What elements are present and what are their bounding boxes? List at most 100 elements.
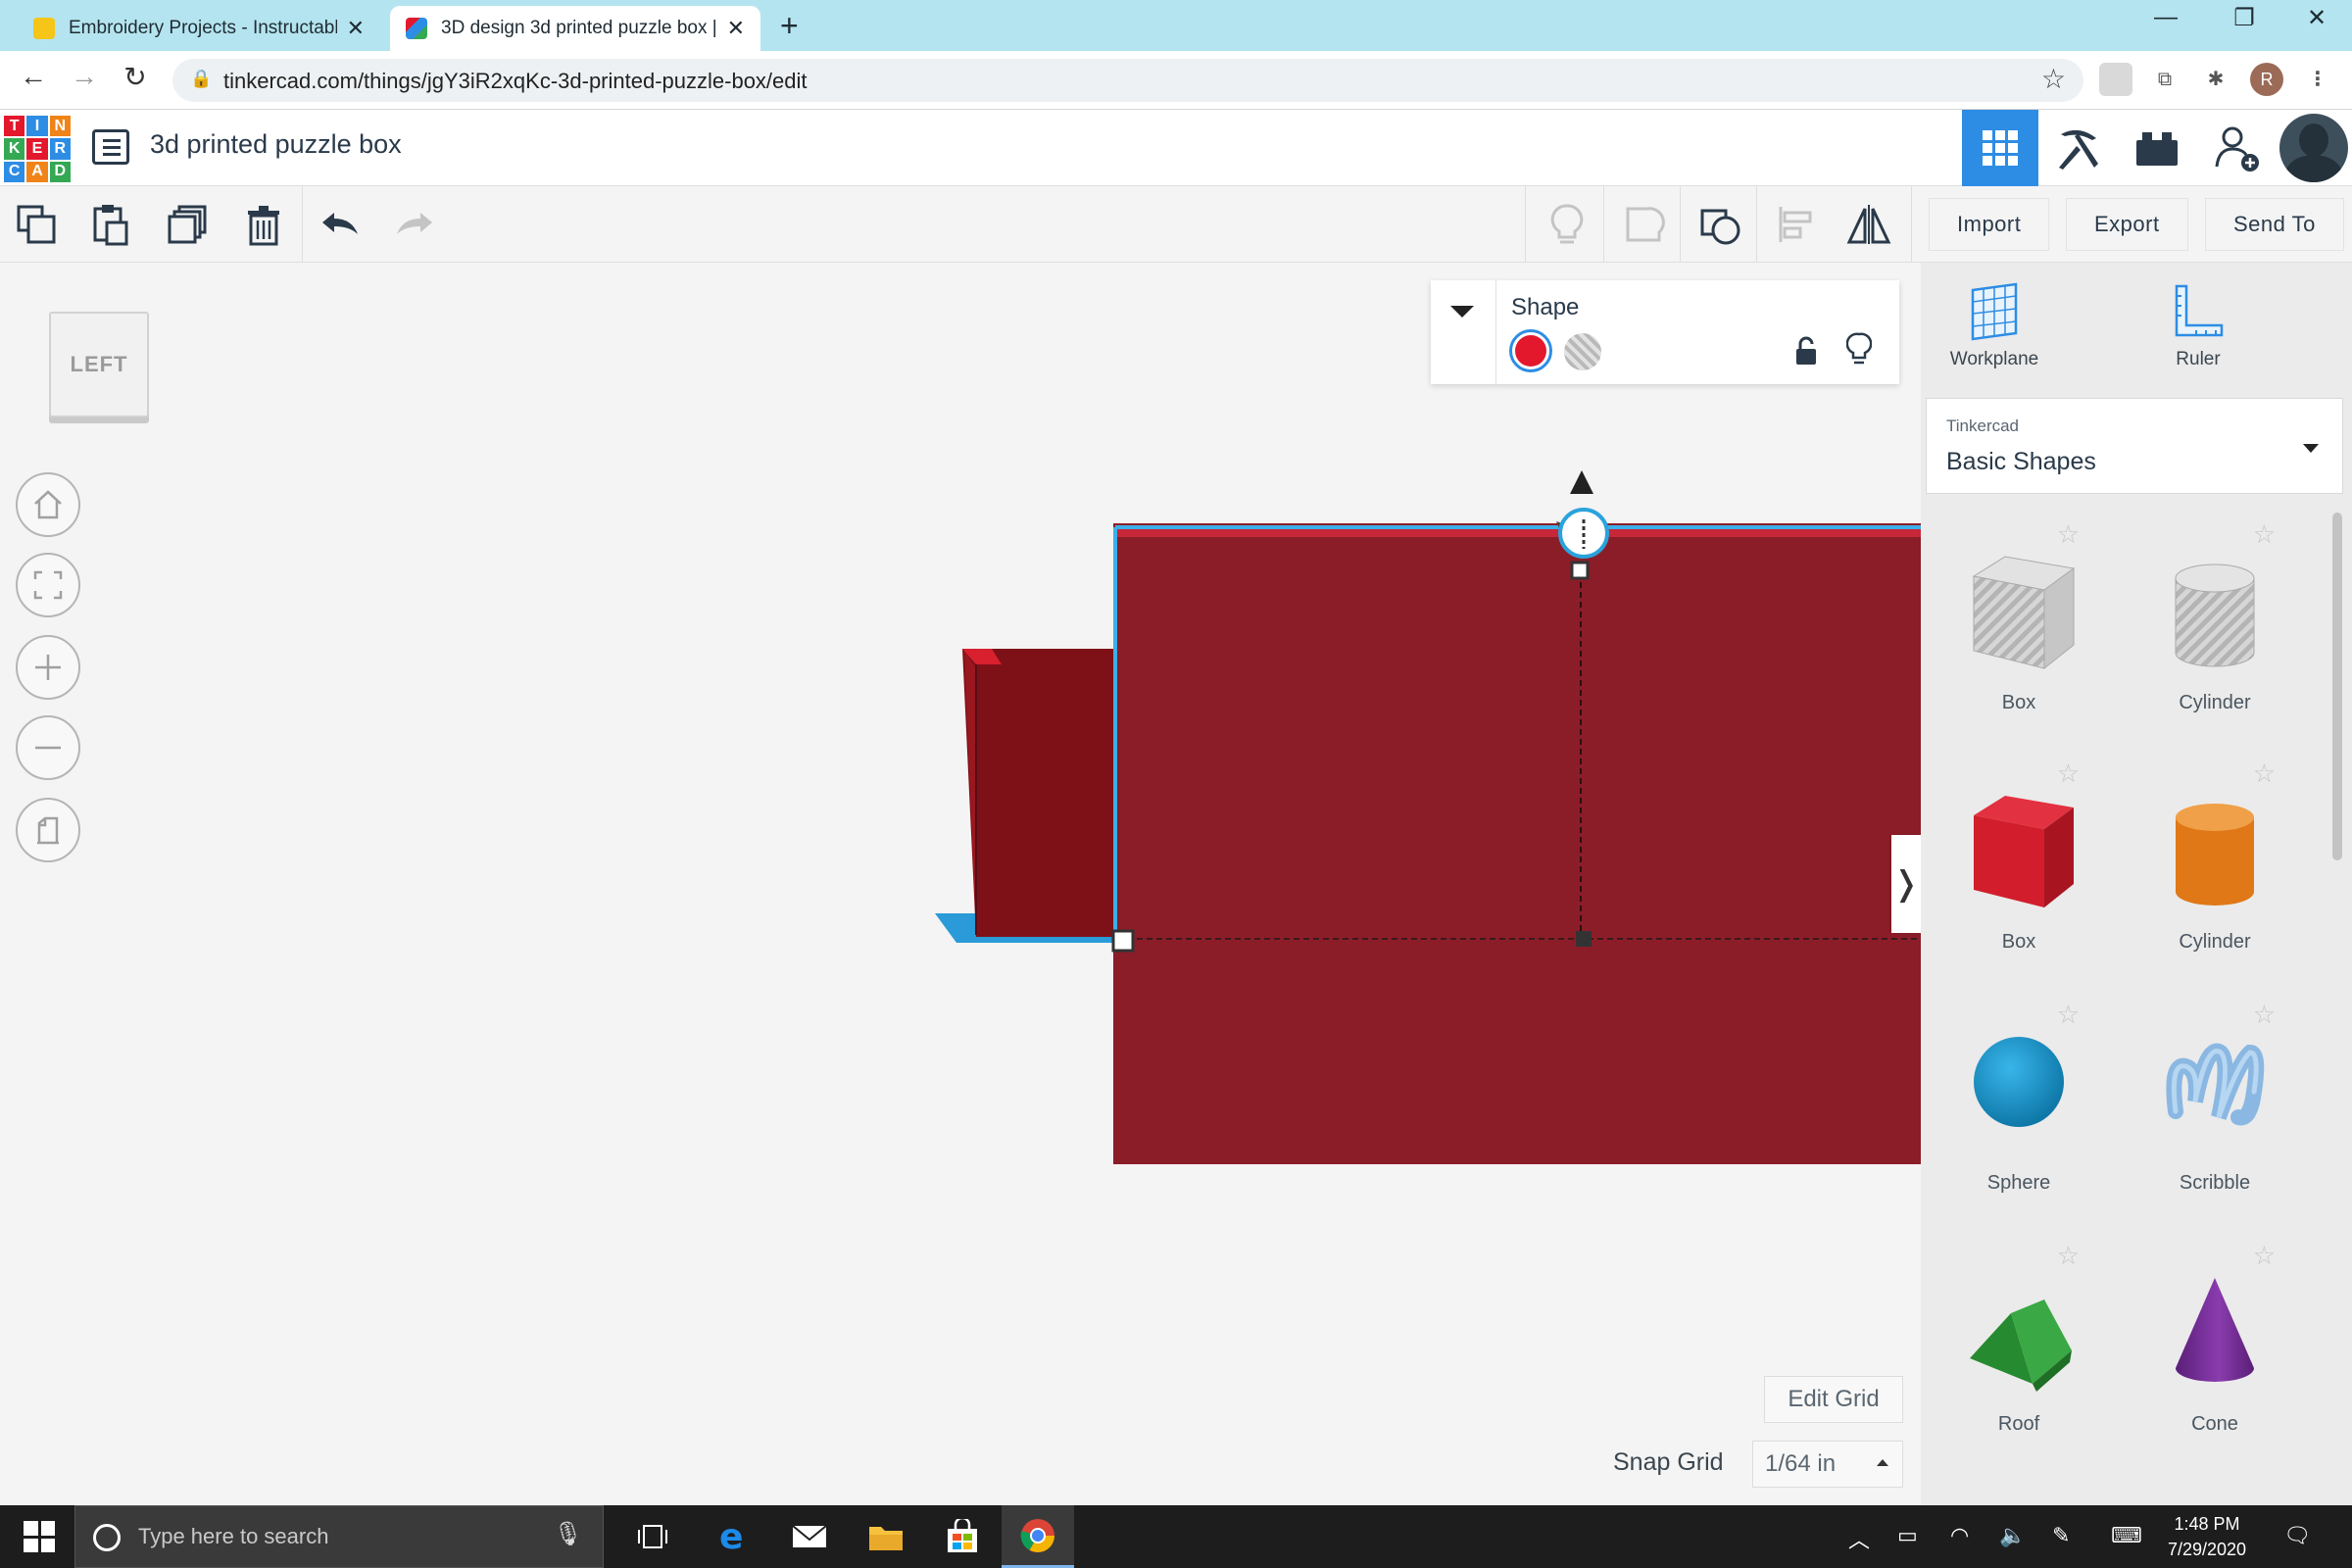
tab-close-icon[interactable]: ✕	[347, 16, 365, 41]
user-avatar[interactable]	[2279, 114, 2348, 182]
extension-icon[interactable]: ⧉	[2148, 63, 2181, 96]
ruler-tool[interactable]: Ruler	[2125, 282, 2272, 370]
expand-panel-button[interactable]: ❭	[1891, 835, 1921, 933]
scene-canvas[interactable]	[0, 263, 1921, 1505]
paste-button[interactable]	[86, 200, 135, 249]
small-red-box[interactable]	[962, 649, 1115, 937]
3d-design-view-button[interactable]	[1962, 110, 2038, 186]
import-button[interactable]: Import	[1929, 198, 2050, 251]
snap-grid-select[interactable]: 1/64 in	[1752, 1441, 1903, 1488]
delete-button[interactable]	[239, 200, 288, 249]
large-red-box[interactable]	[1113, 523, 1921, 1164]
tab-close-icon[interactable]: ✕	[727, 16, 745, 41]
duplicate-button[interactable]	[163, 200, 212, 249]
browser-tab-instructables[interactable]: Embroidery Projects - Instructables ✕	[18, 6, 380, 51]
lock-icon[interactable]: 🔒	[190, 69, 212, 89]
edit-grid-button[interactable]: Edit Grid	[1764, 1376, 1903, 1423]
url-text[interactable]: tinkercad.com/things/jgY3iR2xqKc-3d-prin…	[223, 69, 808, 94]
volume-muted-icon[interactable]: 🔈	[1999, 1523, 2026, 1548]
notifications-icon[interactable]: 🗨	[2283, 1523, 2311, 1548]
tinkercad-logo[interactable]: TIN KER CAD	[4, 116, 71, 182]
shape-box-hole[interactable]: ☆ Box	[1921, 510, 2117, 745]
codeblocks-view-button[interactable]	[2040, 110, 2117, 186]
back-button[interactable]: ←	[14, 61, 53, 92]
mirror-button[interactable]	[1844, 200, 1893, 249]
logo-letter: C	[4, 161, 25, 182]
puzzle-extensions-icon[interactable]: ✱	[2199, 63, 2232, 96]
export-button[interactable]: Export	[2066, 198, 2188, 251]
logo-letter: T	[4, 116, 25, 137]
mail-icon[interactable]	[790, 1517, 829, 1556]
browser-tab-tinkercad[interactable]: 3D design 3d printed puzzle box | Tinker…	[390, 6, 760, 51]
invite-collaborator-button[interactable]	[2199, 110, 2276, 186]
box-icon	[1974, 796, 2074, 907]
bricks-view-button[interactable]	[2119, 110, 2195, 186]
lift-arrow-handle[interactable]	[1570, 470, 1593, 494]
collapse-panel-icon[interactable]	[1448, 302, 1476, 326]
redo-button[interactable]	[390, 200, 439, 249]
shape-cylinder-hole[interactable]: ☆ Cylinder	[2117, 510, 2313, 745]
microphone-icon[interactable]: 🎙	[554, 1520, 583, 1548]
keyboard-icon[interactable]: ⌨	[2111, 1523, 2142, 1548]
duplicate-icon	[168, 205, 207, 244]
shape-library-dropdown[interactable]: Tinkercad Basic Shapes	[1926, 398, 2343, 494]
shape-box[interactable]: ☆ Box	[1921, 749, 2117, 984]
file-explorer-icon[interactable]	[866, 1517, 906, 1556]
workplane-tool[interactable]: Workplane	[1921, 282, 2068, 370]
minimize-button[interactable]: —	[2136, 4, 2195, 31]
align-button[interactable]	[1772, 200, 1821, 249]
design-list-icon[interactable]	[92, 129, 129, 165]
hole-swatch[interactable]	[1564, 333, 1601, 370]
show-all-button[interactable]	[1543, 200, 1592, 249]
close-window-button[interactable]: ✕	[2287, 4, 2346, 32]
shape-label: Cylinder	[2179, 931, 2251, 953]
task-view-icon[interactable]	[633, 1517, 672, 1556]
logo-letter: D	[49, 161, 71, 182]
shape-cone[interactable]: ☆ Cone	[2117, 1231, 2313, 1466]
edge-browser-icon[interactable]: e	[713, 1517, 753, 1556]
shape-scribble[interactable]: ☆ Scribble	[2117, 990, 2313, 1225]
shape-cylinder[interactable]: ☆ Cylinder	[2117, 749, 2313, 984]
send-to-button[interactable]: Send To	[2205, 198, 2344, 251]
chrome-taskbar-icon[interactable]	[1002, 1505, 1074, 1568]
new-tab-button[interactable]: +	[780, 8, 799, 44]
shape-sphere[interactable]: ☆ Sphere	[1921, 990, 2117, 1225]
tinkercad-header: TIN KER CAD 3d printed puzzle box	[0, 110, 2352, 186]
battery-icon[interactable]: ▭	[1897, 1523, 1918, 1548]
clock[interactable]: 1:48 PM 7/29/2020	[2148, 1511, 2266, 1562]
group-button[interactable]	[1619, 200, 1668, 249]
svg-text:e: e	[719, 1519, 743, 1554]
redo-icon	[397, 213, 432, 234]
visibility-lightbulb-icon[interactable]	[1845, 331, 1873, 371]
omnibox[interactable]: 🔒 tinkercad.com/things/jgY3iR2xqKc-3d-pr…	[172, 59, 2083, 102]
windows-start-icon[interactable]	[24, 1521, 55, 1552]
microsoft-store-icon[interactable]	[943, 1517, 982, 1556]
shape-roof[interactable]: ☆ Roof	[1921, 1231, 2117, 1466]
shapes-scrollbar[interactable]	[2332, 513, 2342, 860]
cylinder-icon	[2176, 804, 2254, 906]
forward-button[interactable]: →	[65, 61, 104, 92]
ungroup-button[interactable]	[1695, 200, 1744, 249]
taskbar-search-box[interactable]: Type here to search 🎙	[74, 1505, 604, 1568]
ruler-label: Ruler	[2176, 349, 2221, 369]
extension-icon[interactable]	[2099, 63, 2132, 96]
solid-color-swatch[interactable]	[1509, 329, 1552, 372]
profile-avatar[interactable]: R	[2250, 63, 2283, 96]
undo-button[interactable]	[316, 200, 365, 249]
browser-menu-icon[interactable]: ⋮	[2301, 63, 2334, 96]
lock-icon[interactable]	[1793, 335, 1819, 371]
tray-overflow-icon[interactable]: ︿	[1848, 1523, 1870, 1554]
library-name: Basic Shapes	[1946, 448, 2096, 475]
clock-date: 7/29/2020	[2167, 1540, 2247, 1559]
bookmark-star-icon[interactable]: ☆	[2041, 63, 2066, 95]
design-title[interactable]: 3d printed puzzle box	[150, 129, 402, 160]
center-height-handle[interactable]	[1558, 508, 1609, 559]
logo-letter: E	[26, 138, 48, 160]
wifi-icon[interactable]: ◠	[1950, 1523, 1969, 1548]
pen-icon[interactable]: ✎	[2052, 1523, 2070, 1548]
copy-button[interactable]	[12, 200, 61, 249]
reload-button[interactable]: ↻	[116, 61, 155, 93]
windows-taskbar: Type here to search 🎙 e ︿ ▭ ◠ 🔈 ✎ ⌨ 1:48…	[0, 1505, 2352, 1568]
3d-workspace[interactable]: LEFT Shape Edit Grid Snap Grid 1/64 in	[0, 263, 1921, 1505]
maximize-button[interactable]: ❐	[2215, 4, 2274, 32]
